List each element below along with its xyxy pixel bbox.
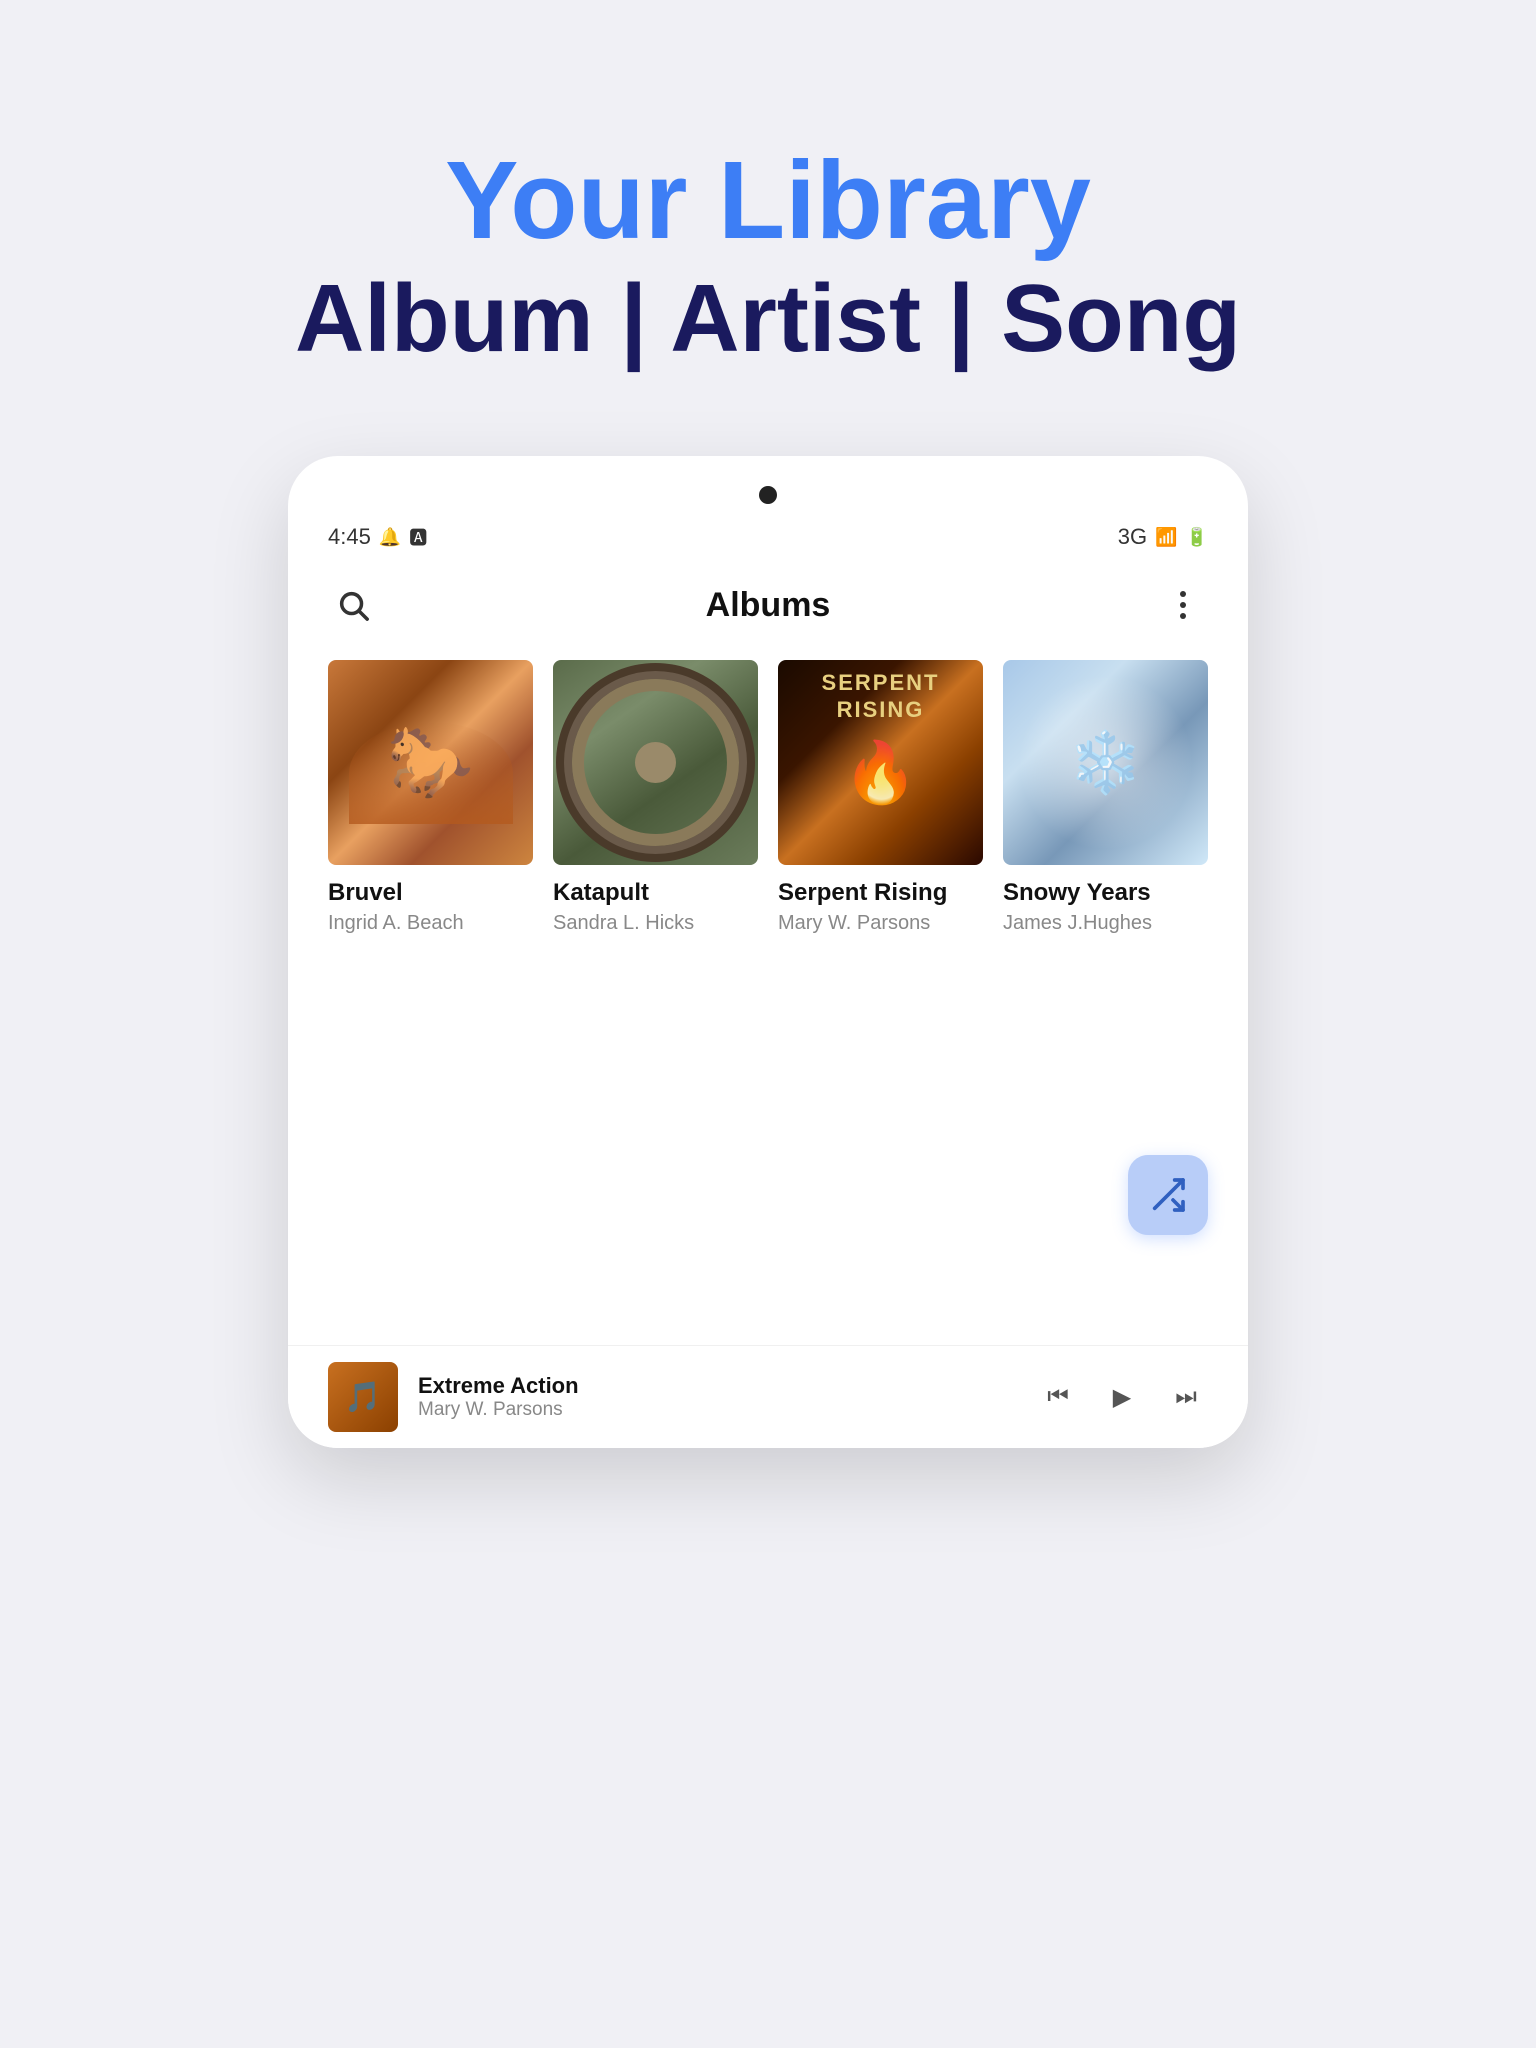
album-card-katapult[interactable]: Katapult Sandra L. Hicks (553, 660, 758, 935)
albums-grid: Bruvel Ingrid A. Beach Katapult Sandra L… (288, 650, 1248, 965)
album-name-snowy: Snowy Years (1003, 879, 1208, 907)
menu-dot-1 (1180, 591, 1186, 597)
more-menu-button[interactable] (1158, 580, 1208, 630)
album-cover-bruvel (328, 660, 533, 865)
album-card-serpent[interactable]: Serpent Rising Mary W. Parsons (778, 660, 983, 935)
empty-area (288, 965, 1248, 1345)
hero-subtitle: Album | Artist | Song (295, 261, 1241, 376)
app-header: Albums (288, 560, 1248, 650)
album-art-katapult (553, 660, 758, 865)
device-notch (288, 486, 1248, 514)
status-left: 4:45 🔔 🅰 (328, 524, 427, 550)
app-icon-small: 🅰 (409, 524, 427, 550)
hero-title: Your Library (445, 140, 1091, 261)
playback-controls: ⏮ ▶ ⏭ (1036, 1375, 1208, 1419)
album-artist-katapult: Sandra L. Hicks (553, 912, 758, 935)
status-right: 3G 📶 🔋 (1118, 524, 1208, 550)
now-playing-info: Extreme Action Mary W. Parsons (418, 1373, 1016, 1421)
now-playing-artist: Mary W. Parsons (418, 1399, 1016, 1421)
network-label: 3G (1118, 524, 1147, 550)
play-button[interactable]: ▶ (1100, 1375, 1144, 1419)
status-time: 4:45 (328, 524, 371, 550)
album-cover-snowy (1003, 660, 1208, 865)
now-playing-bar: 🎵 Extreme Action Mary W. Parsons ⏮ ▶ ⏭ (288, 1345, 1248, 1448)
album-cover-serpent (778, 660, 983, 865)
album-artist-serpent: Mary W. Parsons (778, 912, 983, 935)
device-frame: 4:45 🔔 🅰 3G 📶 🔋 Albums (288, 456, 1248, 1448)
shuffle-button[interactable] (1128, 1155, 1208, 1235)
page-title: Albums (706, 586, 831, 625)
search-button[interactable] (328, 580, 378, 630)
album-name-bruvel: Bruvel (328, 879, 533, 907)
album-cover-katapult (553, 660, 758, 865)
album-name-katapult: Katapult (553, 879, 758, 907)
album-art-snowy (1003, 660, 1208, 865)
now-playing-title: Extreme Action (418, 1373, 1016, 1399)
next-button[interactable]: ⏭ (1164, 1375, 1208, 1419)
album-card-bruvel[interactable]: Bruvel Ingrid A. Beach (328, 660, 533, 935)
camera-dot (759, 486, 777, 504)
menu-dot-2 (1180, 602, 1186, 608)
notification-icon: 🔔 (379, 527, 401, 548)
album-card-snowy[interactable]: Snowy Years James J.Hughes (1003, 660, 1208, 935)
battery-icon: 🔋 (1186, 527, 1208, 548)
now-playing-thumbnail: 🎵 (328, 1362, 398, 1432)
status-bar: 4:45 🔔 🅰 3G 📶 🔋 (288, 514, 1248, 560)
hero-section: Your Library Album | Artist | Song (0, 0, 1536, 456)
prev-button[interactable]: ⏮ (1036, 1375, 1080, 1419)
album-art-bruvel (328, 660, 533, 865)
album-name-serpent: Serpent Rising (778, 879, 983, 907)
album-artist-bruvel: Ingrid A. Beach (328, 912, 533, 935)
album-artist-snowy: James J.Hughes (1003, 912, 1208, 935)
menu-dot-3 (1180, 613, 1186, 619)
signal-icon: 📶 (1155, 527, 1177, 548)
album-art-serpent (778, 660, 983, 865)
